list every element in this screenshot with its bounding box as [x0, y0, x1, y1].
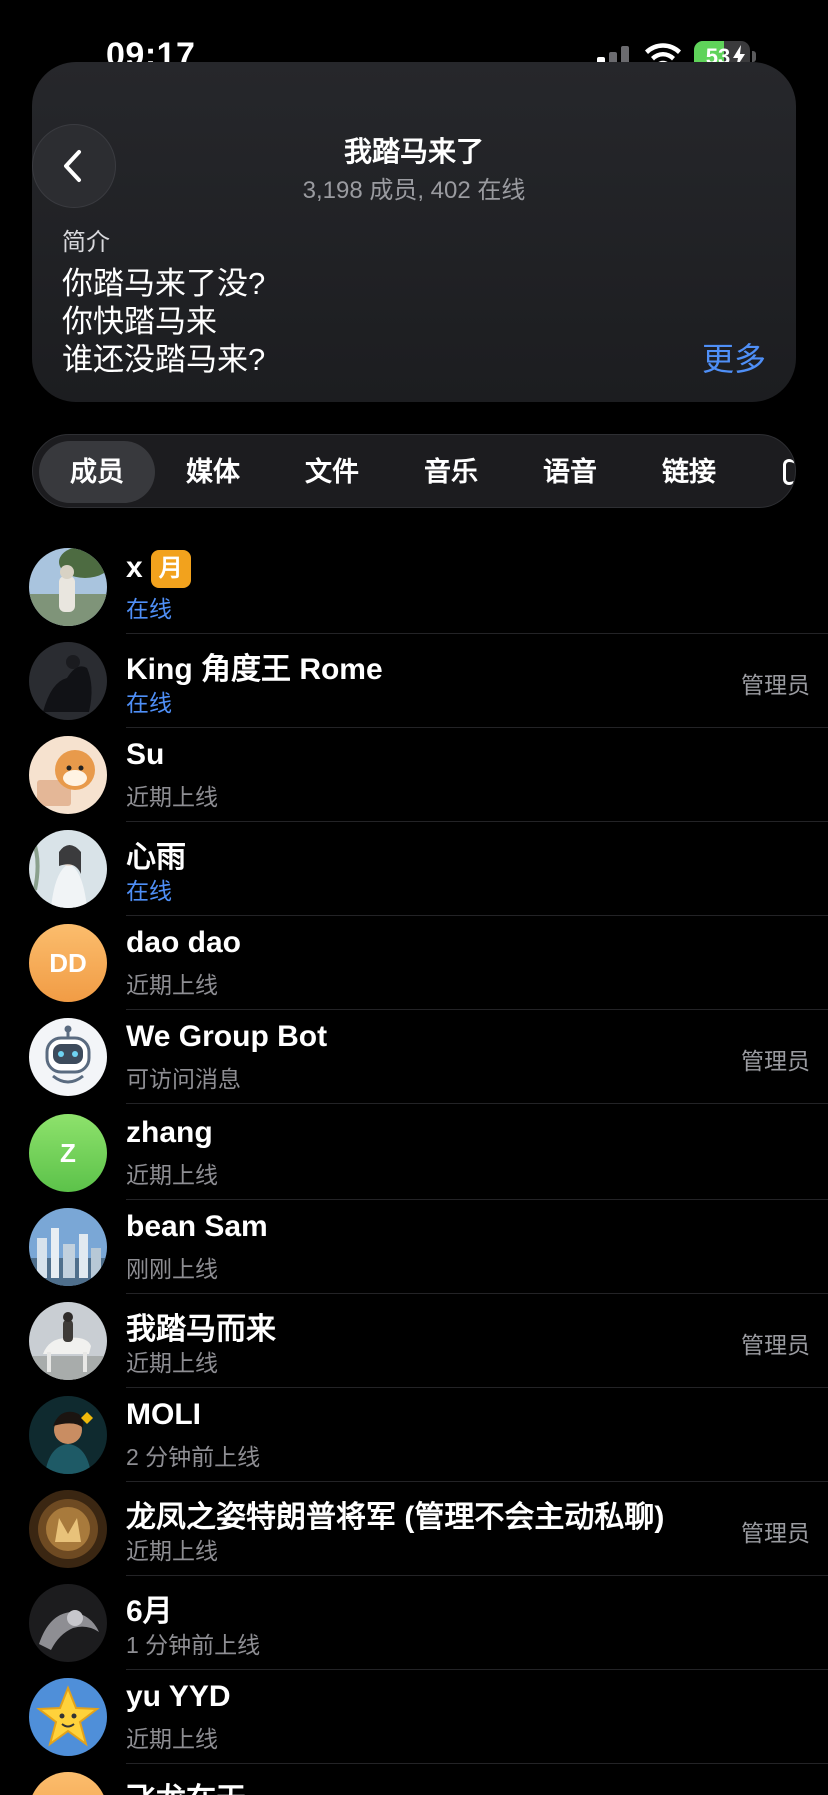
robot-icon [29, 1018, 107, 1096]
avatar [29, 736, 107, 814]
admin-role-label: 管理员 [741, 1048, 810, 1074]
avatar: Z [29, 1114, 107, 1192]
avatar [29, 1396, 107, 1474]
bio-label: 简介 [62, 229, 110, 256]
member-status: 近期上线 [126, 1726, 218, 1752]
tab-voice[interactable]: 语音 [516, 441, 624, 503]
member-status: 2 分钟前上线 [126, 1444, 261, 1470]
member-status: 近期上线 [126, 784, 218, 810]
member-row[interactable]: 龙凤之姿特朗普将军 (管理不会主动私聊) 近期上线 管理员 [0, 1482, 828, 1576]
member-name: MOLI [126, 1398, 201, 1431]
admin-role-label: 管理员 [741, 1520, 810, 1546]
member-name: 飞龙在天 [126, 1774, 246, 1795]
avatar [29, 548, 107, 626]
row-divider [126, 1103, 828, 1104]
member-name: King 角度王 Rome [126, 653, 383, 686]
member-status: 近期上线 [126, 1162, 218, 1188]
member-row[interactable]: King 角度王 Rome 在线 管理员 [0, 634, 828, 728]
tab-bar: 成员 媒体 文件 音乐 语音 链接 [32, 434, 796, 508]
member-row[interactable]: MOLI 2 分钟前上线 [0, 1388, 828, 1482]
bio-line: 谁还没踏马来? [62, 342, 266, 377]
avatar [29, 1584, 107, 1662]
avatar [29, 1678, 107, 1756]
member-status: 在线 [126, 596, 172, 622]
member-row[interactable]: 6月 1 分钟前上线 [0, 1576, 828, 1670]
member-status: 近期上线 [126, 1350, 218, 1376]
member-status: 可访问消息 [126, 1066, 241, 1092]
tab-overflow-glyph [783, 459, 795, 485]
tab-members[interactable]: 成员 [39, 441, 155, 503]
member-name: bean Sam [126, 1210, 268, 1243]
member-status: 近期上线 [126, 972, 218, 998]
admin-role-label: 管理员 [741, 672, 810, 698]
star-icon [29, 1678, 107, 1756]
member-name: Su [126, 738, 165, 771]
member-name: 我踏马而来 [126, 1313, 276, 1346]
group-title: 我踏马来了 [343, 136, 484, 167]
member-badge: 月 [150, 550, 191, 588]
member-row[interactable]: bean Sam 刚刚上线 [0, 1200, 828, 1294]
member-row[interactable]: 飞龙在天 [0, 1764, 828, 1795]
member-status: 在线 [126, 878, 172, 904]
avatar: DD [29, 924, 107, 1002]
group-info-screen: 09:17 53 我踏马来了 3,198 成员, 402 在线 简介 你踏马来了… [0, 0, 828, 1795]
avatar [29, 1490, 107, 1568]
avatar-initials: Z [60, 1138, 76, 1168]
member-status: 刚刚上线 [126, 1256, 218, 1282]
member-name: x [126, 550, 143, 584]
avatar [29, 1302, 107, 1380]
avatar [29, 1772, 107, 1795]
avatar [29, 642, 107, 720]
member-name: yu YYD [126, 1680, 231, 1713]
member-row[interactable]: Z zhang 近期上线 [0, 1106, 828, 1200]
tab-music[interactable]: 音乐 [397, 441, 505, 503]
member-count: 3,198 成员, 402 在线 [302, 177, 526, 204]
member-status: 1 分钟前上线 [126, 1632, 261, 1658]
avatar [29, 1208, 107, 1286]
member-row[interactable]: yu YYD 近期上线 [0, 1670, 828, 1764]
group-header-card: 我踏马来了 3,198 成员, 402 在线 简介 你踏马来了没? 你快踏马来 … [32, 62, 796, 402]
member-row[interactable]: x月 在线 [0, 540, 828, 634]
avatar [29, 1018, 107, 1096]
member-row[interactable]: We Group Bot 可访问消息 管理员 [0, 1010, 828, 1104]
avatar-initials: DD [49, 948, 87, 978]
more-link[interactable]: 更多 [702, 334, 766, 380]
member-row[interactable]: Su 近期上线 [0, 728, 828, 822]
member-row[interactable]: 我踏马而来 近期上线 管理员 [0, 1294, 828, 1388]
member-status: 在线 [126, 690, 172, 716]
member-name: 6月 [126, 1595, 173, 1628]
member-name: 心雨 [126, 841, 186, 874]
avatar [29, 830, 107, 908]
member-row[interactable]: DD dao dao 近期上线 [0, 916, 828, 1010]
member-row[interactable]: 心雨 在线 [0, 822, 828, 916]
admin-role-label: 管理员 [741, 1332, 810, 1358]
member-name: zhang [126, 1116, 213, 1149]
member-name: 龙凤之姿特朗普将军 (管理不会主动私聊) [126, 1501, 665, 1534]
tab-links[interactable]: 链接 [635, 441, 743, 503]
tab-media[interactable]: 媒体 [159, 441, 267, 503]
tab-files[interactable]: 文件 [278, 441, 386, 503]
member-name: We Group Bot [126, 1020, 328, 1053]
member-status: 近期上线 [126, 1538, 218, 1564]
member-name: dao dao [126, 926, 242, 959]
